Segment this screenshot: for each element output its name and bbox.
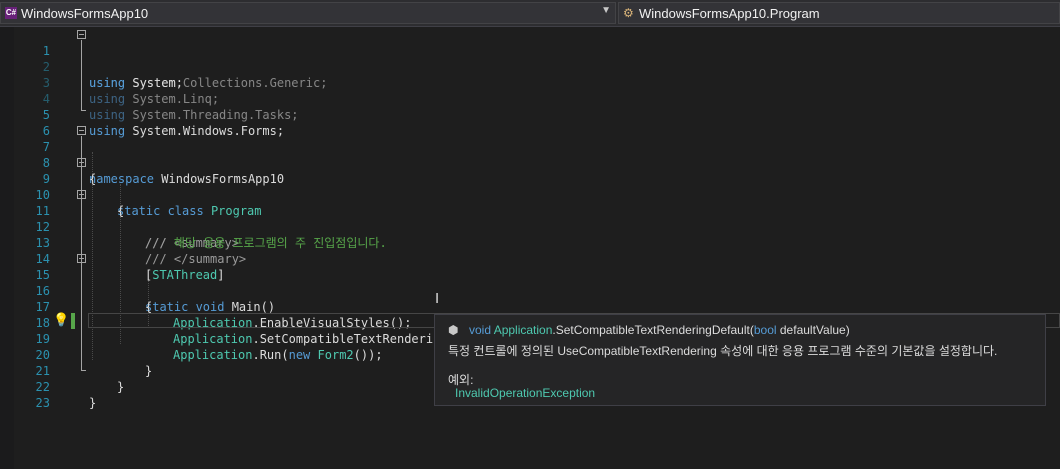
code-line: 4 using System.Threading.Tasks; (42, 92, 299, 122)
method-cube-icon: ⬢ (448, 323, 459, 337)
code-line: 17 Application.EnableVisualStyles(); (35, 300, 412, 330)
collapse-icon[interactable] (77, 30, 86, 39)
chevron-down-icon[interactable]: ▼ (601, 5, 611, 16)
collapse-icon[interactable] (77, 190, 86, 199)
csharp-project-icon: C# (5, 7, 17, 19)
method-signature: void Application.SetCompatibleTextRender… (469, 323, 850, 337)
text-cursor-icon: Ⅰ (435, 291, 440, 307)
member-name: WindowsFormsApp10.Program (639, 6, 820, 21)
code-line: 6 (42, 124, 50, 138)
collapse-icon[interactable] (77, 126, 86, 135)
code-line: 12 /// 해당 응용 프로그램의 주 진입점입니다. (35, 220, 387, 250)
code-line: 2 using System.Collections.Generic; (42, 60, 328, 90)
change-indicator (71, 313, 75, 329)
lightbulb-icon[interactable]: 💡 (53, 313, 69, 328)
project-name: WindowsFormsApp10 (21, 6, 149, 21)
code-line: 10 { (35, 188, 125, 218)
code-line: 5 using System.Windows.Forms; (42, 108, 285, 138)
quickinfo-tooltip: ⬢ void Application.SetCompatibleTextRend… (434, 314, 1046, 406)
class-icon: ⚙ (623, 6, 634, 20)
code-line: 13 /// </summary> (35, 236, 247, 266)
code-line: 11 /// <summary> (0, 187, 1060, 250)
code-line: 14 [STAThread] (35, 252, 225, 282)
method-description: 특정 컨트롤에 정의된 UseCompatibleTextRendering 속… (448, 344, 998, 358)
member-dropdown[interactable]: ⚙ WindowsFormsApp10.Program (618, 2, 1060, 24)
project-dropdown[interactable]: C# WindowsFormsApp10 ▼ (0, 2, 616, 24)
code-line: 9 static class Program (0, 155, 1060, 218)
code-line: 1 using System; (0, 27, 1060, 90)
collapse-icon[interactable] (77, 158, 86, 167)
navigation-bar: C# WindowsFormsApp10 ▼ ⚙ WindowsFormsApp… (0, 0, 1060, 27)
code-line: 8 { (42, 156, 97, 186)
exception-link[interactable]: InvalidOperationException (455, 386, 595, 400)
collapse-icon[interactable] (77, 254, 86, 263)
code-line: 16 { (35, 284, 153, 314)
code-line: 7 namespace WindowsFormsApp10 (0, 123, 1060, 186)
code-line: 15 static void Main() (0, 251, 1060, 314)
code-line: 3 using System.Linq; (42, 76, 220, 106)
